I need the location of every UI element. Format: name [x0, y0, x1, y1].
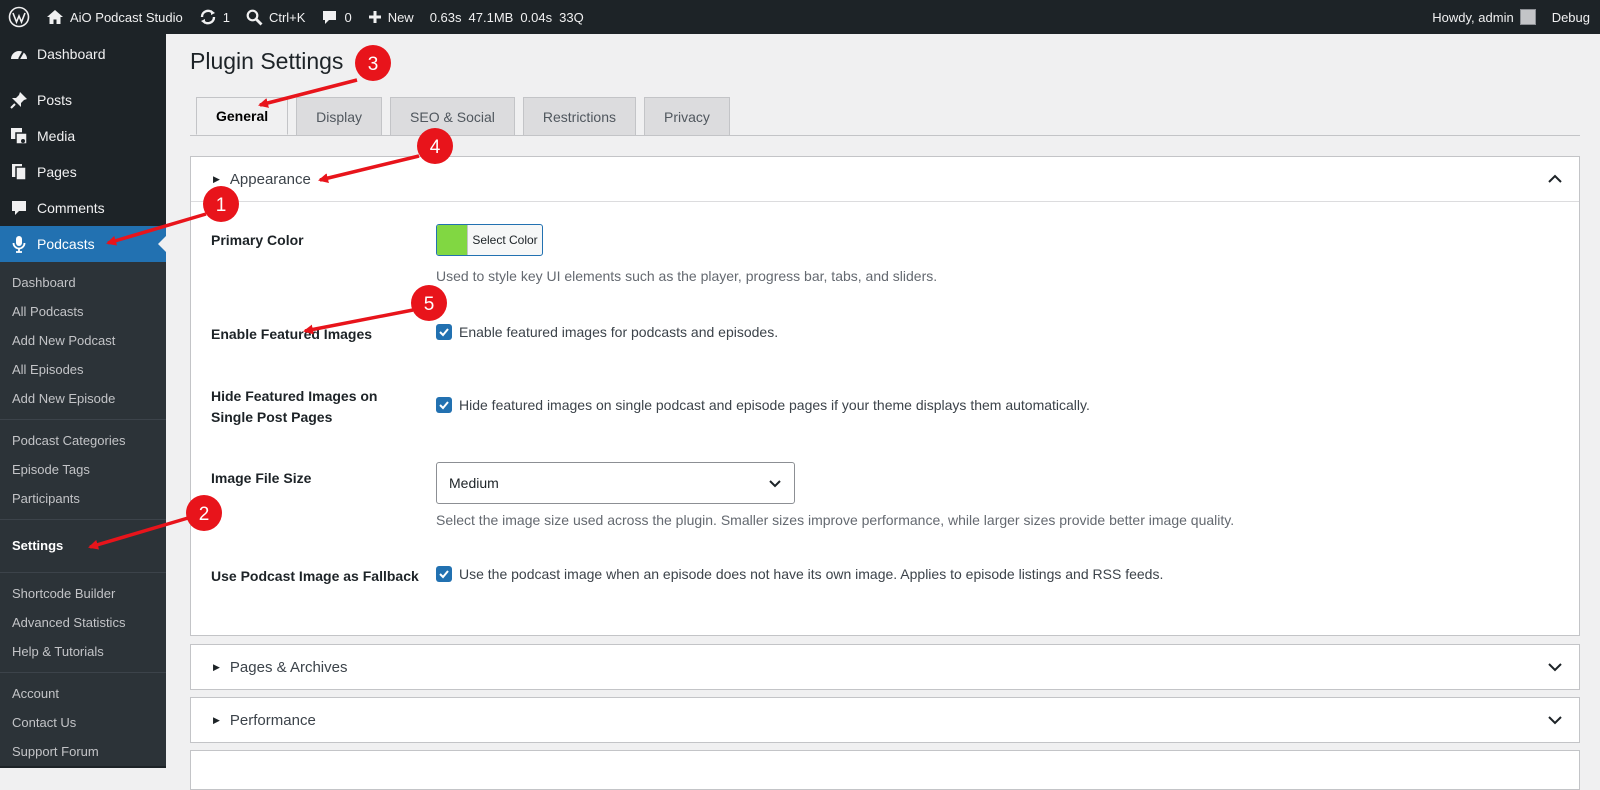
menu-media[interactable]: Media — [0, 118, 166, 154]
submenu-account[interactable]: Account — [0, 679, 166, 708]
fallback-checkbox[interactable] — [436, 566, 452, 582]
chevron-down-icon[interactable] — [1547, 659, 1563, 675]
tabs-divider — [190, 135, 1580, 136]
site-name: AiO Podcast Studio — [70, 9, 183, 25]
tab-seo-social[interactable]: SEO & Social — [390, 97, 515, 135]
submenu-settings[interactable]: Settings — [0, 526, 166, 566]
fallback-label: Use Podcast Image as Fallback — [211, 568, 419, 584]
tab-general[interactable]: General — [196, 97, 289, 135]
svg-text:3: 3 — [368, 54, 379, 75]
admin-bar: AiO Podcast Studio 1 Ctrl+K 0 New 0.63s … — [0, 0, 1600, 34]
pages-icon — [10, 163, 28, 181]
checkmark-icon — [439, 570, 449, 579]
chevron-down-icon — [769, 480, 781, 488]
select-color-button[interactable]: Select Color — [436, 224, 543, 256]
hide-featured-label: Hide Featured Images on Single Post Page… — [211, 388, 378, 425]
submenu-podcast-categories[interactable]: Podcast Categories — [0, 426, 166, 455]
checkmark-icon — [439, 328, 449, 337]
chevron-up-icon[interactable] — [1547, 171, 1563, 187]
color-swatch — [437, 225, 468, 255]
submenu-all-podcasts[interactable]: All Podcasts — [0, 297, 166, 326]
admin-sidebar: Dashboard Posts Media Pages Comments Pod… — [0, 34, 166, 768]
annotation-badge-3: 3 — [355, 45, 391, 81]
search-shortcut[interactable]: Ctrl+K — [238, 0, 313, 34]
image-size-description: Select the image size used across the pl… — [436, 512, 1235, 528]
refresh-icon — [200, 9, 215, 25]
submenu-shortcode-builder[interactable]: Shortcode Builder — [0, 579, 166, 608]
submenu-advanced-statistics[interactable]: Advanced Statistics — [0, 608, 166, 637]
updates-count: 1 — [222, 9, 230, 25]
checkmark-icon — [439, 401, 449, 410]
chevron-down-icon[interactable] — [1547, 712, 1563, 728]
next-panel-partial — [190, 750, 1580, 790]
avatar — [1519, 9, 1536, 25]
hide-featured-checkbox[interactable] — [436, 397, 452, 413]
submenu-participants[interactable]: Participants — [0, 484, 166, 513]
pages-archives-panel: ▶ Pages & Archives — [190, 644, 1580, 690]
menu-dashboard[interactable]: Dashboard — [0, 36, 166, 72]
site-name-link[interactable]: AiO Podcast Studio — [38, 0, 191, 34]
settings-tabs: General Display SEO & Social Restriction… — [196, 97, 730, 135]
comment-icon — [10, 199, 28, 217]
triangle-right-icon: ▶ — [213, 661, 220, 672]
image-size-label: Image File Size — [211, 470, 312, 486]
featured-images-label: Enable Featured Images — [211, 326, 373, 342]
submenu-divider — [0, 519, 166, 520]
primary-color-description: Used to style key UI elements such as th… — [436, 268, 938, 284]
submenu-help-tutorials[interactable]: Help & Tutorials — [0, 637, 166, 666]
fallback-description: Use the podcast image when an episode do… — [459, 566, 1164, 582]
tab-privacy[interactable]: Privacy — [644, 97, 730, 135]
plus-icon — [368, 11, 381, 23]
submenu-add-new-episode[interactable]: Add New Episode — [0, 384, 166, 413]
dashboard-gauge-icon — [10, 45, 28, 63]
my-account-link[interactable]: Howdy, admin — [1424, 0, 1543, 34]
image-size-select[interactable]: Medium — [436, 462, 795, 504]
triangle-right-icon: ▶ — [213, 173, 220, 184]
pages-archives-header[interactable]: ▶ Pages & Archives — [191, 645, 1579, 689]
updates-link[interactable]: 1 — [191, 0, 238, 34]
appearance-panel-body: Primary Color Select Color Used to style… — [191, 201, 1579, 635]
performance-stats[interactable]: 0.63s 47.1MB 0.04s 33Q — [422, 10, 584, 25]
submenu-contact-us[interactable]: Contact Us — [0, 708, 166, 737]
menu-posts[interactable]: Posts — [0, 82, 166, 118]
submenu-episode-tags[interactable]: Episode Tags — [0, 455, 166, 484]
submenu-all-episodes[interactable]: All Episodes — [0, 355, 166, 384]
tab-restrictions[interactable]: Restrictions — [522, 97, 637, 135]
submenu-divider — [0, 572, 166, 573]
hide-featured-description: Hide featured images on single podcast a… — [459, 397, 1090, 413]
page-title: Plugin Settings — [190, 48, 344, 74]
comment-bubble-icon — [323, 10, 337, 24]
appearance-panel-header[interactable]: ▶ Appearance — [191, 157, 1579, 201]
media-icon — [10, 127, 28, 145]
debug-link[interactable]: Debug — [1544, 0, 1600, 34]
submenu-add-new-podcast[interactable]: Add New Podcast — [0, 326, 166, 355]
tab-display[interactable]: Display — [296, 97, 383, 135]
svg-text:4: 4 — [430, 137, 441, 158]
performance-header[interactable]: ▶ Performance — [191, 698, 1579, 742]
menu-comments[interactable]: Comments — [0, 190, 166, 226]
home-icon — [47, 10, 63, 24]
appearance-heading: Appearance — [229, 170, 311, 188]
triangle-right-icon: ▶ — [213, 714, 220, 725]
featured-images-checkbox[interactable] — [436, 324, 452, 340]
new-content-link[interactable]: New — [360, 0, 422, 34]
pushpin-icon — [10, 91, 28, 109]
submenu-support-forum[interactable]: Support Forum — [0, 737, 166, 766]
featured-images-description: Enable featured images for podcasts and … — [459, 324, 779, 340]
wordpress-logo-icon[interactable] — [0, 0, 38, 34]
submenu-dashboard[interactable]: Dashboard — [0, 268, 166, 297]
menu-pages[interactable]: Pages — [0, 154, 166, 190]
comments-link[interactable]: 0 — [313, 0, 359, 34]
search-icon — [246, 9, 263, 25]
submenu-divider — [0, 419, 166, 420]
performance-panel: ▶ Performance — [190, 697, 1580, 743]
microphone-icon — [10, 235, 28, 253]
submenu-divider — [0, 672, 166, 673]
appearance-panel: ▶ Appearance Primary Color Select Color … — [190, 156, 1580, 636]
menu-podcasts[interactable]: Podcasts — [0, 226, 166, 262]
podcasts-submenu: Dashboard All Podcasts Add New Podcast A… — [0, 262, 166, 766]
primary-color-label: Primary Color — [211, 232, 304, 248]
